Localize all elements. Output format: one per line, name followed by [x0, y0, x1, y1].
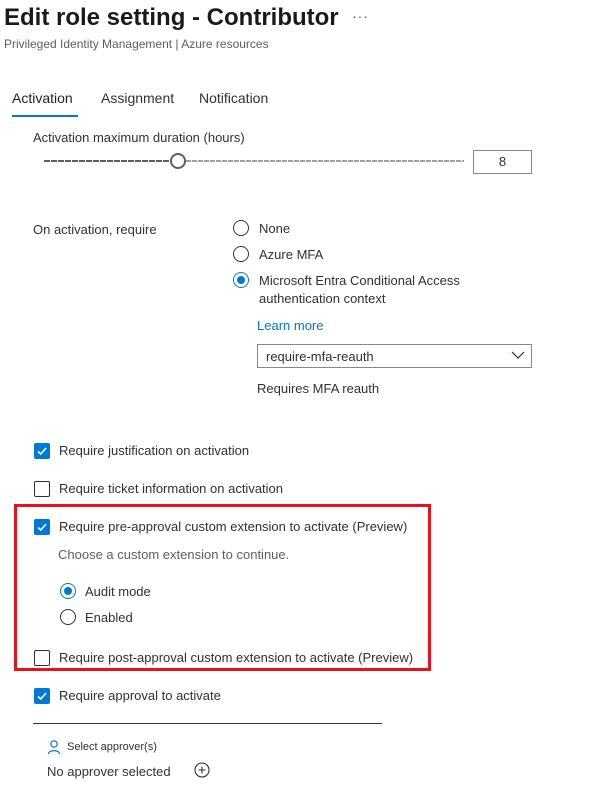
pre-approval-label[interactable]: Require pre-approval custom extension to… [59, 519, 407, 534]
max-duration-slider[interactable] [44, 150, 464, 172]
section-divider [33, 723, 382, 724]
ticket-label[interactable]: Require ticket information on activation [59, 481, 283, 496]
approval-label[interactable]: Require approval to activate [59, 688, 221, 703]
page-title: Edit role setting - Contributor [4, 4, 339, 31]
max-duration-label: Activation maximum duration (hours) [33, 130, 245, 145]
post-approval-checkbox[interactable] [34, 650, 50, 666]
post-approval-label[interactable]: Require post-approval custom extension t… [59, 650, 413, 665]
radio-conditional-access-label-line1[interactable]: Microsoft Entra Conditional Access [259, 273, 460, 288]
slider-track-filled [44, 160, 170, 162]
radio-azure-mfa[interactable] [233, 246, 249, 262]
select-approvers-label[interactable]: Select approver(s) [67, 741, 157, 753]
tab-activation[interactable]: Activation [12, 90, 73, 106]
checkmark-icon [37, 692, 47, 701]
radio-conditional-access[interactable] [233, 272, 249, 288]
justification-label[interactable]: Require justification on activation [59, 443, 249, 458]
learn-more-link[interactable]: Learn more [257, 318, 323, 333]
radio-conditional-access-label-line2[interactable]: authentication context [259, 291, 385, 306]
auth-context-dropdown[interactable]: require-mfa-reauth [257, 344, 532, 368]
radio-enabled[interactable] [60, 609, 76, 625]
on-activation-require-label: On activation, require [33, 222, 157, 237]
radio-audit-mode[interactable] [60, 583, 76, 599]
auth-context-description: Requires MFA reauth [257, 381, 380, 396]
radio-none-label[interactable]: None [259, 221, 290, 236]
radio-azure-mfa-label[interactable]: Azure MFA [259, 247, 323, 262]
tab-notification[interactable]: Notification [199, 90, 268, 106]
auth-context-value: require-mfa-reauth [266, 349, 374, 364]
active-tab-indicator [12, 115, 78, 117]
slider-track-empty [186, 160, 464, 162]
max-duration-input[interactable]: 8 [473, 150, 532, 174]
more-options-button[interactable]: ··· [352, 8, 369, 24]
radio-none[interactable] [233, 220, 249, 236]
add-circle-icon[interactable] [194, 762, 210, 778]
justification-checkbox[interactable] [34, 443, 50, 459]
radio-audit-mode-label[interactable]: Audit mode [85, 584, 151, 599]
approval-checkbox[interactable] [34, 688, 50, 704]
breadcrumb-subtitle: Privileged Identity Management | Azure r… [4, 37, 269, 51]
radio-enabled-label[interactable]: Enabled [85, 610, 133, 625]
chevron-down-icon [511, 351, 525, 359]
custom-extension-hint: Choose a custom extension to continue. [58, 547, 290, 562]
no-approver-text: No approver selected [47, 764, 171, 779]
checkmark-icon [37, 447, 47, 456]
ticket-checkbox[interactable] [34, 481, 50, 497]
slider-thumb[interactable] [170, 153, 186, 169]
person-icon [47, 740, 61, 755]
checkmark-icon [37, 523, 47, 532]
pre-approval-checkbox[interactable] [34, 519, 50, 535]
tab-assignment[interactable]: Assignment [101, 90, 174, 106]
